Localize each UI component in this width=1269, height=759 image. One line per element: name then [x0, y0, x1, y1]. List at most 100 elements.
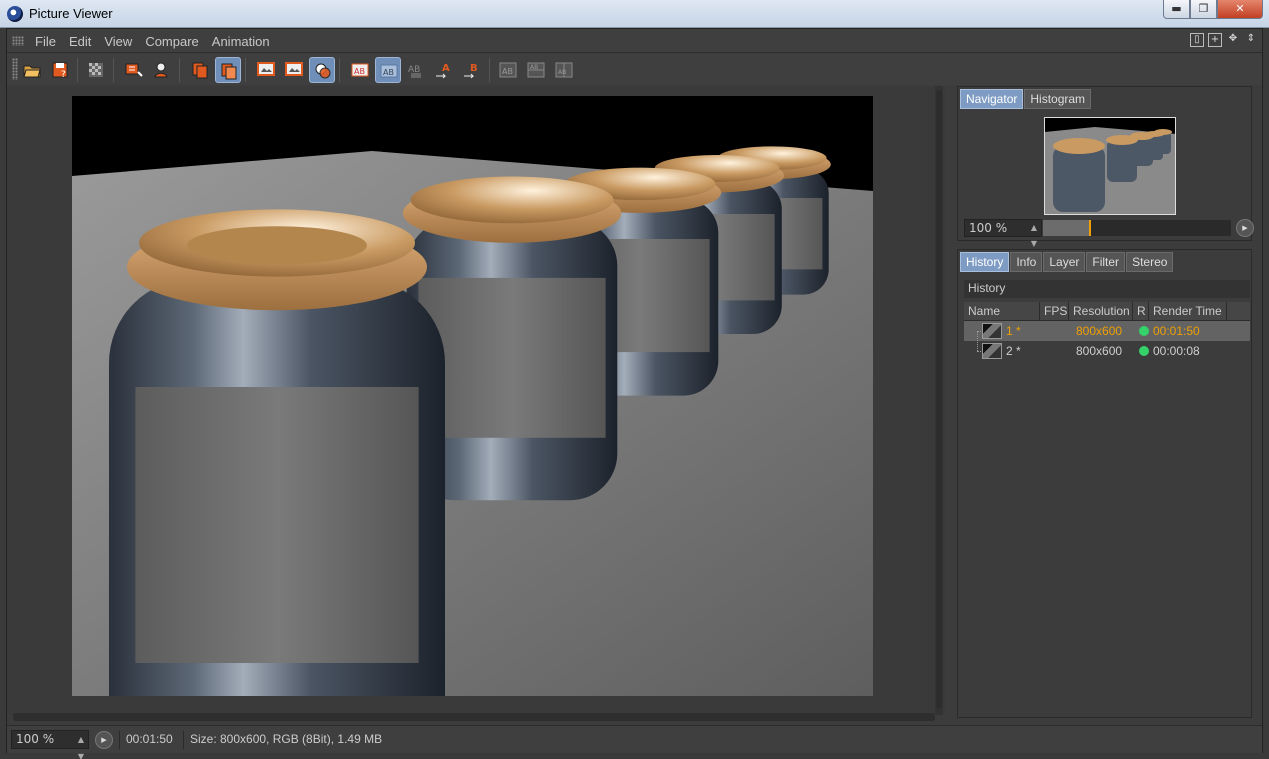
- vertical-scrollbar[interactable]: [935, 86, 943, 715]
- app-icon: [7, 6, 23, 22]
- status-play-icon[interactable]: ▶: [95, 731, 113, 749]
- history-row[interactable]: 2 * 800x600 00:00:08: [964, 341, 1250, 361]
- row-thumbnail: [982, 323, 1002, 339]
- clone-button[interactable]: [215, 57, 241, 83]
- open-file-button[interactable]: [19, 57, 45, 83]
- title-bar: Picture Viewer ▬ ❐ ✕: [0, 0, 1269, 28]
- row-resolution: 800x600: [1076, 324, 1123, 338]
- copy-button[interactable]: [187, 57, 213, 83]
- set-b-icon: B: [464, 63, 478, 79]
- render-status-icon: [1139, 326, 1149, 336]
- navigator-zoom-field[interactable]: 100 % ▲ ▼: [964, 219, 1042, 248]
- history-row[interactable]: 1 * 800x600 00:01:50: [964, 321, 1250, 351]
- row-render-time: 00:00:08: [1153, 344, 1200, 358]
- render-user-button[interactable]: [149, 57, 175, 83]
- save-button[interactable]: ?: [47, 57, 73, 83]
- navigator-panel: Navigator Histogram 100 % ▲ ▼ ▶: [957, 86, 1254, 248]
- image-view-alt-icon: [285, 62, 303, 76]
- menu-bar: File Edit View Compare Animation ▯ + ✥ ⇕: [7, 29, 1262, 53]
- ab-compare-button[interactable]: AB: [347, 57, 373, 83]
- col-render-time[interactable]: Render Time: [1149, 302, 1227, 320]
- grid-pattern-icon: [89, 63, 103, 77]
- svg-text:AB: AB: [530, 64, 538, 71]
- navigator-zoom-value: 100 %: [969, 221, 1008, 235]
- status-image-info: Size: 800x600, RGB (8Bit), 1.49 MB: [190, 732, 383, 746]
- dock-arrows-icon[interactable]: ⇕: [1244, 33, 1258, 47]
- region-render-icon: [125, 63, 143, 77]
- tab-histogram[interactable]: Histogram: [1024, 89, 1092, 109]
- rendered-scene-image: [72, 96, 873, 696]
- ab-split-button[interactable]: AB: [375, 57, 401, 83]
- layout-panel-icon[interactable]: ▯: [1190, 33, 1204, 47]
- navigator-zoom-slider[interactable]: [1043, 220, 1231, 236]
- svg-text:A: A: [442, 63, 450, 74]
- ab-split-icon: AB: [380, 64, 398, 78]
- menu-compare[interactable]: Compare: [145, 34, 198, 49]
- compare-view-button[interactable]: [309, 57, 335, 83]
- ab-diff-button[interactable]: AB: [403, 57, 429, 83]
- window-title: Picture Viewer: [29, 6, 113, 21]
- set-a-button[interactable]: A: [431, 57, 457, 83]
- ab-icon: AB: [351, 63, 369, 77]
- zoom-slider-handle[interactable]: [1089, 220, 1091, 236]
- status-zoom-spinner-icon[interactable]: ▲ ▼: [78, 731, 84, 759]
- menu-edit[interactable]: Edit: [69, 34, 91, 49]
- status-bar: 100 % ▲ ▼ ▶ 00:01:50 Size: 800x600, RGB (…: [7, 725, 1262, 759]
- tab-stereo[interactable]: Stereo: [1126, 252, 1174, 272]
- view-b-button[interactable]: [281, 57, 307, 83]
- toolbar-grip-icon[interactable]: [12, 58, 18, 80]
- menu-animation[interactable]: Animation: [212, 34, 270, 49]
- history-table-header: Name FPS Resolution R Render Time: [964, 302, 1250, 321]
- status-zoom-field[interactable]: 100 % ▲ ▼: [11, 730, 89, 759]
- tab-history[interactable]: History: [960, 252, 1010, 272]
- col-r[interactable]: R: [1133, 302, 1149, 320]
- col-fps[interactable]: FPS: [1040, 302, 1069, 320]
- row-resolution: 800x600: [1076, 344, 1123, 358]
- menu-grip-icon[interactable]: [12, 36, 24, 46]
- right-panel: Navigator Histogram 100 % ▲ ▼ ▶ History …: [955, 86, 1256, 718]
- navigator-play-icon[interactable]: ▶: [1236, 219, 1254, 237]
- view-a-button[interactable]: [253, 57, 279, 83]
- history-table: Name FPS Resolution R Render Time 1 * 80…: [964, 302, 1250, 361]
- close-button[interactable]: ✕: [1217, 0, 1263, 19]
- status-render-time: 00:01:50: [126, 732, 173, 746]
- ab-layout-1-icon: AB: [499, 62, 517, 78]
- tab-filter[interactable]: Filter: [1086, 252, 1126, 272]
- user-render-icon: [154, 62, 168, 78]
- svg-text:AB: AB: [354, 67, 365, 76]
- tab-navigator[interactable]: Navigator: [960, 89, 1024, 109]
- render-region-button[interactable]: [121, 57, 147, 83]
- ab-layout-3-icon: AB: [555, 62, 573, 78]
- ab-layout-2-icon: AB: [527, 62, 545, 78]
- window-controls: ▬ ❐ ✕: [1163, 0, 1263, 20]
- render-status-icon: [1139, 346, 1149, 356]
- ab-layout-3-button[interactable]: AB: [551, 57, 577, 83]
- navigator-thumbnail[interactable]: [1044, 117, 1176, 215]
- tab-info[interactable]: Info: [1010, 252, 1043, 272]
- svg-text:AB: AB: [558, 69, 566, 76]
- menu-view[interactable]: View: [104, 34, 132, 49]
- layout-expand-icon[interactable]: +: [1208, 33, 1222, 47]
- maximize-button[interactable]: ❐: [1190, 0, 1217, 19]
- horizontal-scrollbar[interactable]: [13, 713, 935, 721]
- col-name[interactable]: Name: [964, 302, 1040, 320]
- status-zoom-value: 100 %: [16, 732, 55, 746]
- navigator-preview-image: [1045, 118, 1175, 214]
- history-section-title: History: [964, 280, 1250, 298]
- ab-layout-2-button[interactable]: AB: [523, 57, 549, 83]
- row-render-time: 00:01:50: [1153, 324, 1200, 338]
- set-b-button[interactable]: B: [459, 57, 485, 83]
- ab-layout-1-button[interactable]: AB: [495, 57, 521, 83]
- rendered-image[interactable]: [72, 96, 873, 696]
- dither-button[interactable]: [83, 57, 109, 83]
- row-thumbnail: [982, 343, 1002, 359]
- image-view-icon: [257, 62, 275, 76]
- minimize-button[interactable]: ▬: [1163, 0, 1190, 19]
- zoom-spinner-icon[interactable]: ▲ ▼: [1031, 220, 1037, 252]
- menu-file[interactable]: File: [35, 34, 56, 49]
- image-viewport[interactable]: [7, 86, 945, 721]
- ab-diff-icon: AB: [408, 65, 421, 78]
- move-arrows-icon[interactable]: ✥: [1226, 33, 1240, 47]
- col-resolution[interactable]: Resolution: [1069, 302, 1133, 320]
- tab-layer[interactable]: Layer: [1043, 252, 1086, 272]
